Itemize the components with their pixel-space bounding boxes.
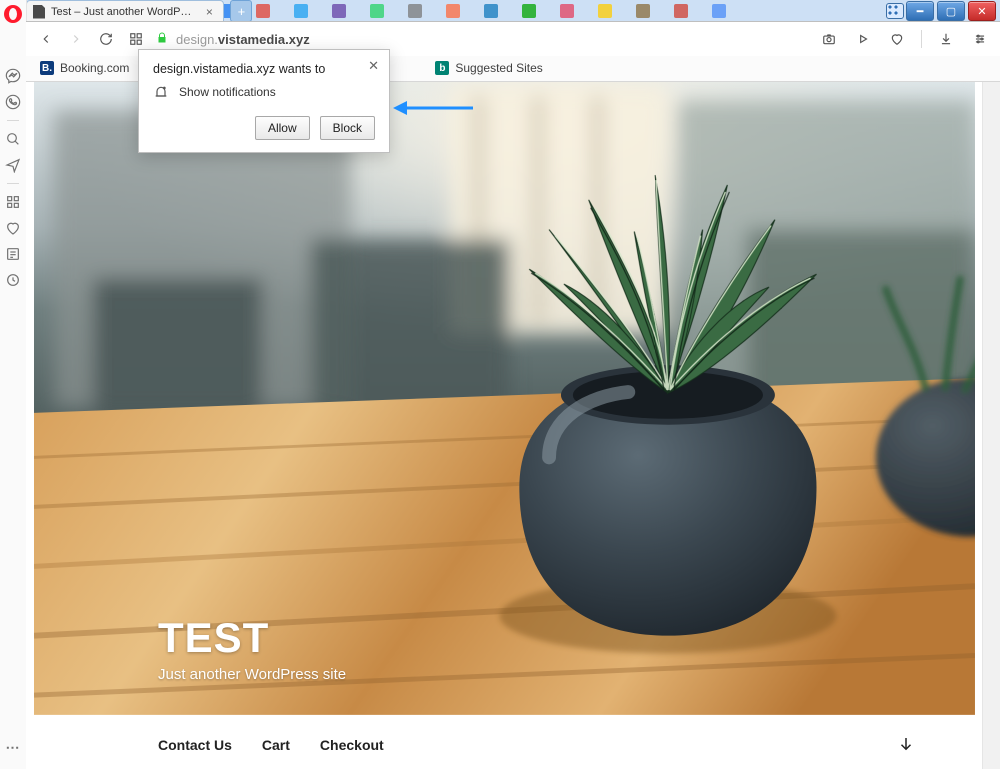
- opera-logo-icon[interactable]: [3, 4, 23, 24]
- dialog-title: design.vistamedia.xyz wants to: [139, 50, 389, 78]
- page-content: TEST Just another WordPress site Contact…: [26, 81, 1000, 769]
- bookmark-booking[interactable]: B. Booking.com: [40, 61, 129, 75]
- site-tagline: Just another WordPress site: [158, 666, 346, 683]
- bookmark-label: Booking.com: [60, 61, 129, 75]
- annotation-arrow: [393, 97, 473, 124]
- bookmarks-heart-icon[interactable]: [3, 218, 23, 238]
- window-minimize-button[interactable]: ━: [906, 1, 934, 21]
- bg-tab-icon[interactable]: [332, 4, 346, 18]
- bookmark-label: Suggested Sites: [455, 61, 542, 75]
- background-tabs: [218, 2, 890, 20]
- dialog-close-button[interactable]: ✕: [368, 58, 379, 74]
- new-tab-button[interactable]: +: [230, 0, 252, 22]
- address-text: design.vistamedia.xyz: [176, 32, 310, 47]
- bg-tab-icon[interactable]: [294, 4, 308, 18]
- sidebar-separator: [7, 183, 19, 184]
- site-nav: Contact Us Cart Checkout: [34, 721, 975, 769]
- messenger-icon[interactable]: [3, 66, 23, 86]
- nav-checkout[interactable]: Checkout: [320, 737, 384, 753]
- news-icon[interactable]: [3, 244, 23, 264]
- page-icon: [33, 5, 45, 19]
- bg-tab-icon[interactable]: [674, 4, 688, 18]
- nav-cart[interactable]: Cart: [262, 737, 290, 753]
- history-icon[interactable]: [3, 270, 23, 290]
- more-icon[interactable]: ⋯: [3, 737, 23, 757]
- bg-tab-icon[interactable]: [484, 4, 498, 18]
- bookmark-heart-button[interactable]: [887, 29, 907, 49]
- bg-tab-icon[interactable]: [636, 4, 650, 18]
- bg-tab-icon[interactable]: [256, 4, 270, 18]
- back-button[interactable]: [36, 29, 56, 49]
- forward-button[interactable]: [66, 29, 86, 49]
- sidebar-separator: [7, 120, 19, 121]
- downloads-button[interactable]: [936, 29, 956, 49]
- site-title: TEST: [158, 614, 346, 662]
- snapshot-button[interactable]: [819, 29, 839, 49]
- window-close-button[interactable]: ✕: [968, 1, 996, 21]
- lock-icon: [156, 31, 168, 48]
- nav-contact[interactable]: Contact Us: [158, 737, 232, 753]
- search-icon[interactable]: [3, 129, 23, 149]
- window-maximize-button[interactable]: ▢: [937, 1, 965, 21]
- easy-setup-button[interactable]: [970, 29, 990, 49]
- bell-icon: [153, 84, 169, 100]
- bg-tab-icon[interactable]: [598, 4, 612, 18]
- address-bar[interactable]: design.vistamedia.xyz: [156, 31, 809, 48]
- allow-button[interactable]: Allow: [255, 116, 310, 140]
- reload-button[interactable]: [96, 29, 116, 49]
- bg-tab-icon[interactable]: [522, 4, 536, 18]
- active-tab[interactable]: Test – Just another WordP… ×: [26, 0, 224, 22]
- bookmark-suggested-sites[interactable]: b Suggested Sites: [435, 61, 542, 75]
- bg-tab-icon[interactable]: [446, 4, 460, 18]
- speed-dial-icon[interactable]: [3, 192, 23, 212]
- scrollbar[interactable]: [982, 81, 1000, 769]
- block-button[interactable]: Block: [320, 116, 375, 140]
- notification-permission-dialog: ✕ design.vistamedia.xyz wants to Show no…: [138, 49, 390, 153]
- toolbar-separator: [921, 30, 922, 48]
- bg-tab-icon[interactable]: [712, 4, 726, 18]
- hero-section: TEST Just another WordPress site: [34, 81, 975, 721]
- send-icon[interactable]: [3, 155, 23, 175]
- browser-sidebar: ⋯: [0, 0, 27, 769]
- tab-title: Test – Just another WordP…: [51, 6, 191, 18]
- bing-icon: b: [435, 61, 449, 75]
- booking-icon: B.: [40, 61, 54, 75]
- dialog-message: Show notifications: [179, 85, 276, 99]
- speed-dial-button[interactable]: [126, 29, 146, 49]
- bg-tab-icon[interactable]: [370, 4, 384, 18]
- bg-tab-icon[interactable]: [560, 4, 574, 18]
- scroll-down-icon[interactable]: [897, 735, 915, 756]
- tab-close-button[interactable]: ×: [203, 6, 215, 18]
- video-popout-button[interactable]: [853, 29, 873, 49]
- bg-tab-icon[interactable]: [408, 4, 422, 18]
- whatsapp-icon[interactable]: [3, 92, 23, 112]
